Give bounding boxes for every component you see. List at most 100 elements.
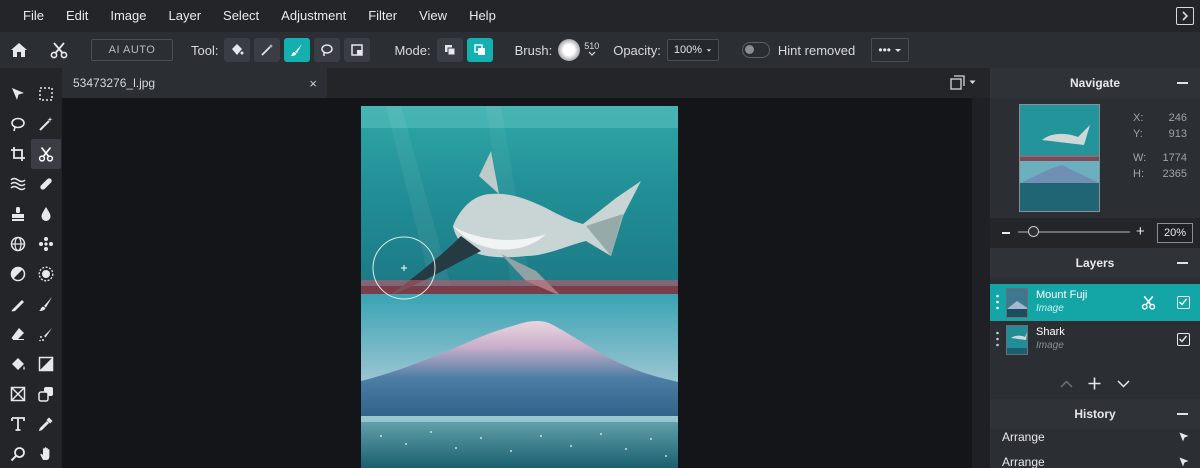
history-item[interactable]: Arrange [990,450,1200,468]
zoom-tool[interactable] [3,439,33,468]
layer-visibility-checkbox[interactable] [1177,333,1190,346]
tool-rect-select-button[interactable] [344,38,371,62]
move-tool[interactable] [3,79,33,109]
dodge-tool[interactable] [3,259,33,289]
gradient-tool[interactable] [31,349,61,379]
menu-file[interactable]: File [0,0,55,32]
zoom-input[interactable]: 20% [1157,223,1193,243]
tool-lasso-button[interactable] [314,38,341,62]
cutout-tool[interactable] [31,139,61,169]
eyedropper-tool[interactable] [31,409,61,439]
tool-magic-wand-button[interactable] [254,38,281,62]
layer-row-shark[interactable]: Shark Image [990,321,1200,358]
magic-wand-tool[interactable] [31,109,61,139]
arrow-icon [12,88,24,100]
more-options-button[interactable]: ••• [871,38,910,62]
tool-brush-button[interactable] [284,38,311,62]
layer-type: Image [1036,303,1064,314]
menu-image[interactable]: Image [99,0,157,32]
chevron-up-icon[interactable] [1060,380,1073,388]
hint-toggle[interactable] [741,42,770,58]
navigate-panel-header[interactable]: Navigate [990,68,1200,98]
zoom-slider-thumb[interactable] [1028,226,1040,237]
heal-tool[interactable] [31,169,61,199]
mode-new-button[interactable] [436,38,463,62]
drag-handle-icon[interactable] [996,331,999,347]
zoom-slider[interactable] [1018,226,1130,237]
zoom-in-button[interactable]: + [1136,223,1145,240]
zoom-out-button[interactable] [1002,232,1010,234]
text-tool[interactable] [3,409,33,439]
menu-view[interactable]: View [408,0,458,32]
minimize-icon[interactable] [1177,262,1188,264]
arrange-windows-button[interactable] [950,75,976,90]
document-tab-title: 53473276_l.jpg [73,76,156,90]
chevron-down-icon[interactable] [1117,380,1130,388]
marquee-tool[interactable] [31,79,61,109]
document-tab[interactable]: 53473276_l.jpg × [62,68,327,98]
spray-tool[interactable] [31,319,61,349]
drag-handle-icon[interactable] [996,294,999,310]
chevron-down-icon [969,80,976,84]
cursor-y: Y: 913 [1133,128,1187,140]
layer-visibility-checkbox[interactable] [1177,296,1190,309]
opacity-value: 100% [673,44,703,56]
pencil-tool[interactable] [3,289,33,319]
liquify-tool[interactable] [3,169,33,199]
canvas-area[interactable] [62,98,972,468]
home-icon [11,43,27,57]
scissors-icon[interactable] [1141,295,1156,310]
home-button[interactable] [6,37,32,63]
mode-add-button[interactable] [466,38,493,62]
add-layer-icon[interactable] [1088,377,1101,390]
document-image[interactable] [361,106,678,468]
marquee-icon [39,87,53,101]
chevron-down-icon [588,51,596,56]
history-item[interactable]: Arrange [990,425,1200,449]
layer-thumbnail [1006,325,1028,355]
menu-select[interactable]: Select [212,0,270,32]
shape-tool[interactable] [3,379,33,409]
menu-adjustment[interactable]: Adjustment [270,0,357,32]
mode-add-icon [473,44,485,55]
palette-swap-icon [38,387,53,402]
collapse-panels-button[interactable] [1176,7,1194,25]
tool-lasso-fill-button[interactable] [224,38,251,62]
image-height: H: 2365 [1133,168,1187,180]
mount-fuji-thumbnail [1007,289,1027,317]
ai-auto-button[interactable]: AI AUTO [91,39,173,61]
layers-panel-header[interactable]: Layers [990,248,1200,278]
replace-color-tool[interactable] [31,379,61,409]
blur-tool[interactable] [31,199,61,229]
crop-tool[interactable] [3,139,33,169]
menu-help[interactable]: Help [458,0,507,32]
navigator-thumbnail[interactable] [1019,104,1100,212]
options-toolbar: AI AUTO Tool: Mode: Brush: 510 Opacity: … [0,32,1200,68]
sponge-tool[interactable] [3,229,33,259]
opacity-select[interactable]: 100% [666,39,719,61]
color-replace-tool[interactable] [31,229,61,259]
menu-filter[interactable]: Filter [357,0,408,32]
eraser-tool[interactable] [3,319,33,349]
layer-row-mount-fuji[interactable]: Mount Fuji Image [990,284,1200,321]
brush-size-control[interactable]: 510 [584,41,599,56]
minimize-icon[interactable] [1177,413,1188,415]
history-title: History [1074,407,1116,421]
menu-layer[interactable]: Layer [158,0,213,32]
layer-type: Image [1036,340,1064,351]
brush-tool[interactable] [31,289,61,319]
burn-tool[interactable] [31,259,61,289]
lasso-tool[interactable] [3,109,33,139]
clone-stamp-tool[interactable] [3,199,33,229]
opacity-label: Opacity: [613,42,661,58]
hand-tool[interactable] [31,439,61,468]
brush-preview[interactable] [558,39,581,61]
minimize-icon[interactable] [1177,82,1188,84]
close-icon[interactable]: × [309,76,317,91]
toolbox [0,68,62,468]
bucket-icon [232,44,244,55]
fill-tool[interactable] [3,349,33,379]
menu-edit[interactable]: Edit [55,0,99,32]
arrow-icon [1179,457,1189,467]
checkmark-icon [1179,298,1188,306]
